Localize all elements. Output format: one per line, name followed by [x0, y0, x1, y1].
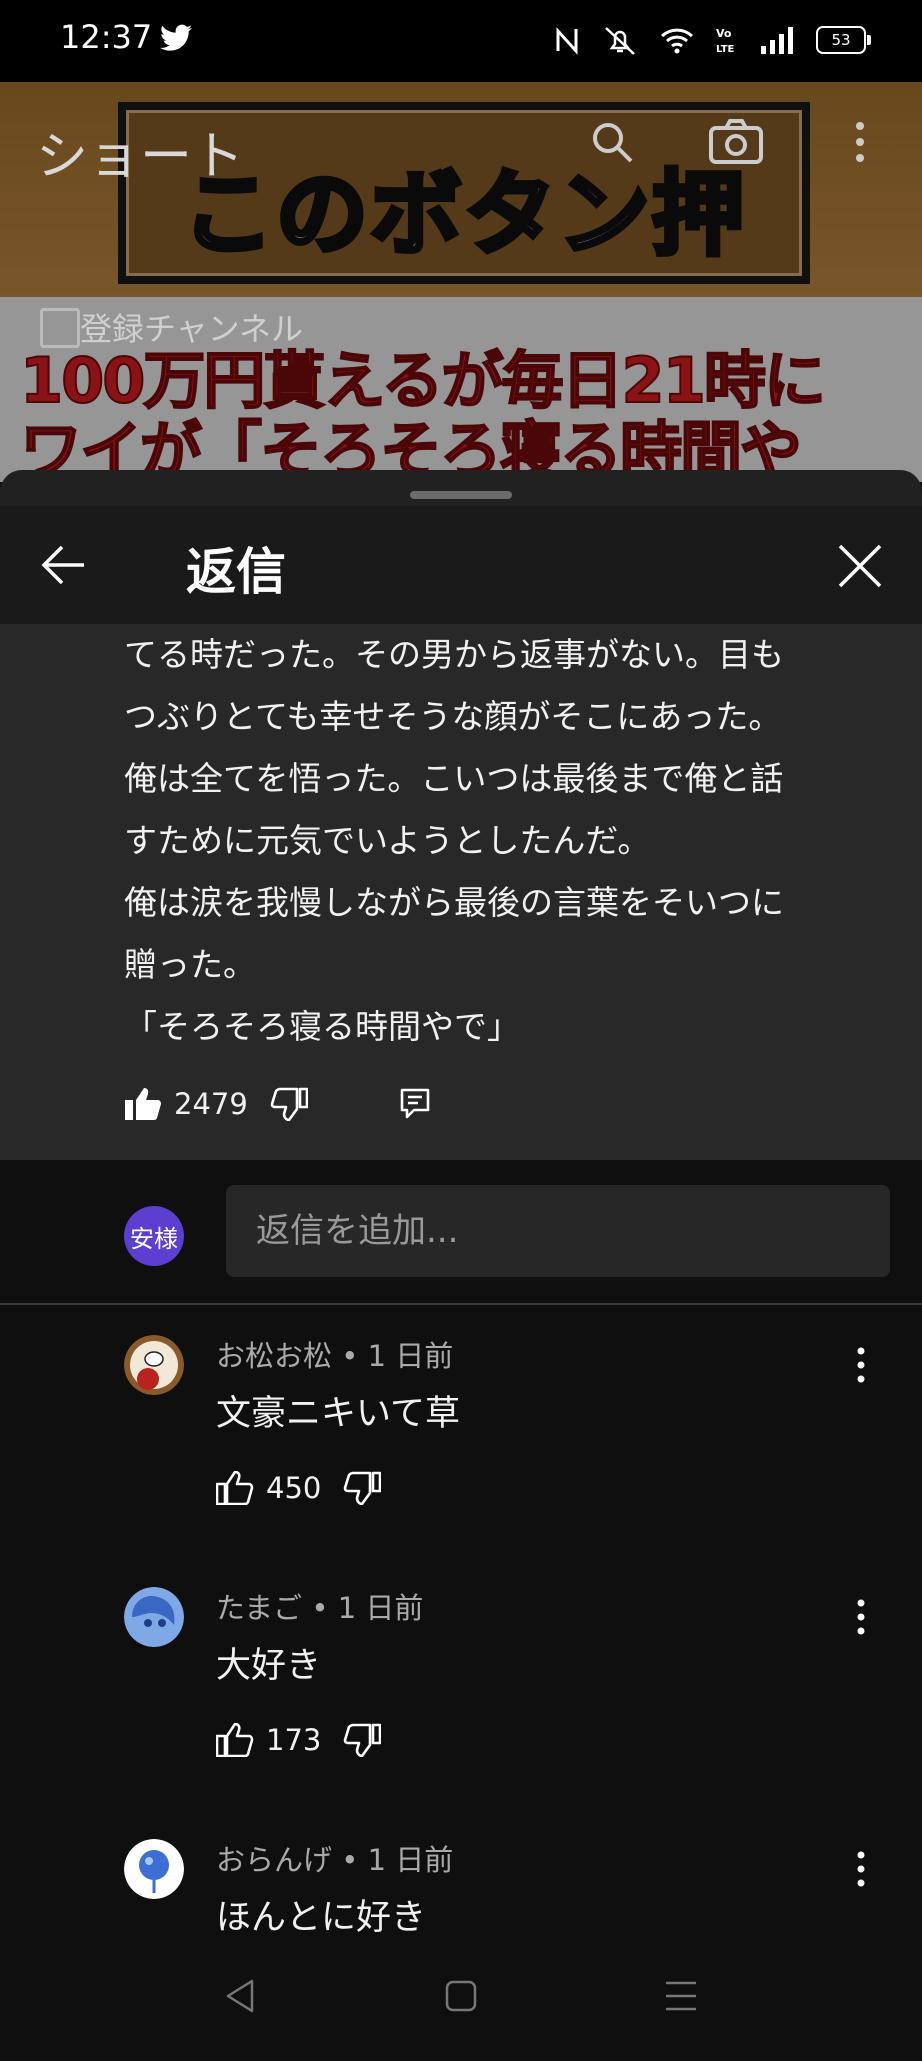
- reply-time: 1 日前: [367, 1339, 454, 1373]
- like-count: 2479: [174, 1087, 248, 1121]
- comment-line: すために元気でいようとしたんだ。: [124, 821, 651, 860]
- like-count: 450: [266, 1471, 322, 1505]
- parent-comment-actions: 2479: [124, 1079, 430, 1129]
- like-count: 173: [266, 1723, 322, 1757]
- reply-icon[interactable]: [400, 1088, 430, 1120]
- status-bar: 12:37 Vo LTE 53: [0, 0, 922, 82]
- avatar[interactable]: [124, 1587, 184, 1647]
- reply-author[interactable]: おらんげ: [216, 1843, 332, 1877]
- twitter-icon: [160, 24, 192, 51]
- reply-time: 1 日前: [367, 1843, 454, 1877]
- reply-text: 大好き: [216, 1646, 322, 1686]
- reply-item: たまご • 1 日前 大好き 173: [0, 1557, 922, 1809]
- mute-icon: [605, 27, 635, 55]
- search-icon[interactable]: [588, 118, 636, 166]
- more-vert-icon[interactable]: [846, 1343, 876, 1387]
- subscriptions-label: 登録チャンネル: [80, 310, 304, 348]
- drag-handle[interactable]: [410, 491, 512, 499]
- svg-text:LTE: LTE: [716, 44, 735, 55]
- reply-meta: たまご • 1 日前: [216, 1591, 424, 1625]
- comment-line: 俺は涙を我慢しながら最後の言葉をそいつに: [124, 883, 784, 922]
- comment-line: 俺は全てを悟った。こいつは最後まで俺と話: [124, 759, 784, 798]
- replies-list: お松お松 • 1 日前 文豪ニキいて草 450 たまご • 1 日前 大好き 1…: [0, 1305, 922, 1945]
- status-icons: Vo LTE 53: [554, 20, 871, 60]
- like-icon[interactable]: [216, 1723, 254, 1757]
- battery-level: 53: [831, 31, 851, 49]
- reply-input-row: 安様: [0, 1160, 922, 1305]
- like-icon[interactable]: [216, 1471, 254, 1505]
- reply-author[interactable]: お松お松: [216, 1339, 332, 1373]
- dislike-icon[interactable]: [270, 1087, 308, 1121]
- reply-time: 1 日前: [337, 1591, 424, 1625]
- nav-home-icon[interactable]: [445, 1980, 477, 2012]
- nfc-icon: [556, 27, 578, 55]
- dislike-icon[interactable]: [343, 1723, 382, 1757]
- comment-line: てる時だった。その男から返事がない。目も: [124, 635, 784, 674]
- reply-input[interactable]: [226, 1185, 890, 1277]
- avatar[interactable]: [124, 1839, 184, 1899]
- battery-icon: 53: [816, 26, 871, 54]
- reply-actions: 450: [216, 1471, 382, 1505]
- nav-back-icon[interactable]: [224, 1978, 256, 2014]
- nav-recents-icon[interactable]: [664, 1980, 698, 2012]
- back-arrow-icon[interactable]: [38, 542, 88, 588]
- comment-line: つぶりとても幸せそうな顔がそこにあった。: [124, 697, 782, 736]
- sheet-header: 返信: [0, 506, 922, 624]
- screen-title: ショート: [36, 127, 245, 187]
- more-vert-icon[interactable]: [846, 1847, 876, 1891]
- system-nav-bar: [0, 1945, 922, 2048]
- close-icon[interactable]: [836, 542, 884, 590]
- like-filled-icon[interactable]: [124, 1087, 162, 1121]
- subscriptions-icon: [40, 308, 80, 348]
- user-avatar: 安様: [124, 1206, 184, 1266]
- parent-comment-text: てる時だった。その男から返事がない。目も つぶりとても幸せそうな顔がそこにあった…: [124, 624, 884, 1058]
- status-time: 12:37: [60, 18, 153, 56]
- dislike-icon[interactable]: [343, 1471, 382, 1505]
- signal-icon: [761, 27, 793, 54]
- more-vert-icon[interactable]: [846, 1595, 876, 1639]
- avatar[interactable]: [124, 1335, 184, 1395]
- reply-text: 文豪ニキいて草: [216, 1394, 460, 1434]
- volte-icon: Vo LTE: [716, 27, 735, 55]
- comment-line: 贈った。: [124, 945, 256, 984]
- svg-text:Vo: Vo: [716, 27, 732, 40]
- reply-meta: おらんげ • 1 日前: [216, 1843, 454, 1877]
- reply-meta: お松お松 • 1 日前: [216, 1339, 454, 1373]
- reply-author[interactable]: たまご: [216, 1591, 302, 1625]
- reply-item: お松お松 • 1 日前 文豪ニキいて草 450: [0, 1305, 922, 1557]
- parent-comment: てる時だった。その男から返事がない。目も つぶりとても幸せそうな顔がそこにあった…: [0, 624, 922, 1160]
- wifi-icon: [660, 28, 694, 54]
- more-options-icon[interactable]: [848, 118, 872, 166]
- comment-line: 「そろそろ寝る時間やで」: [124, 1007, 520, 1046]
- sheet-title: 返信: [186, 543, 286, 601]
- background-video: このボタン押す？ 100万円貰えるが毎日21時に ワイが「そろそろ寝る時間や シ…: [0, 82, 922, 482]
- reply-actions: 173: [216, 1723, 382, 1757]
- reply-text: ほんとに好き: [216, 1898, 427, 1938]
- camera-icon[interactable]: [708, 118, 764, 166]
